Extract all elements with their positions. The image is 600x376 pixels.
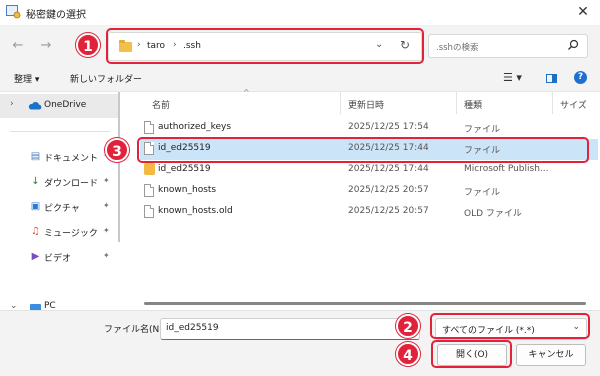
- step-badge-3: 3: [105, 138, 129, 162]
- table-row[interactable]: authorized_keys 2025/12/25 17:54 ファイル: [140, 118, 598, 139]
- address-highlight-box: [106, 28, 424, 64]
- file-name: id_ed25519: [158, 164, 211, 174]
- video-icon: ▶: [31, 251, 40, 262]
- music-icon: ♫: [31, 226, 40, 237]
- download-icon: ↓: [31, 176, 40, 187]
- column-header-date[interactable]: 更新日時: [348, 98, 384, 111]
- filename-input[interactable]: id_ed25519: [160, 318, 420, 340]
- file-name: known_hosts: [158, 185, 217, 195]
- chevron-right-icon[interactable]: ›: [10, 99, 14, 109]
- file-type: OLD ファイル: [464, 209, 522, 219]
- documents-icon: ▤: [30, 151, 41, 162]
- table-row[interactable]: known_hosts.old 2025/12/25 20:57 OLD ファイ…: [140, 202, 598, 223]
- close-button[interactable]: ✕: [572, 2, 594, 22]
- sidebar-item-downloads[interactable]: ダウンロード: [44, 176, 98, 189]
- file-type: Microsoft Publish...: [464, 164, 549, 174]
- organize-button[interactable]: 整理 ▾: [14, 72, 39, 85]
- scrollbar[interactable]: [118, 92, 120, 242]
- file-list: ^ 名前 更新日時 種類 サイズ authorized_keys 2025/12…: [126, 88, 600, 310]
- window-title: 秘密鍵の選択: [26, 10, 86, 21]
- title-bar: 秘密鍵の選択 ✕: [0, 0, 600, 26]
- file-icon: [144, 184, 154, 197]
- new-folder-button[interactable]: 新しいフォルダー: [70, 72, 142, 85]
- navigation-pane: › OneDrive ▤ ドキュメント ✦ ↓ ダウンロード ✦ ▣ ピクチャ …: [0, 92, 120, 311]
- pin-icon: ✦: [103, 176, 110, 185]
- column-divider[interactable]: [340, 92, 341, 114]
- table-row[interactable]: id_ed25519 2025/12/25 17:44 Microsoft Pu…: [140, 160, 598, 181]
- column-divider[interactable]: [456, 92, 457, 114]
- file-name: authorized_keys: [158, 122, 232, 132]
- view-options-icon[interactable]: ☰ ▾: [503, 71, 522, 84]
- divider: [10, 131, 110, 132]
- window-icon: [6, 5, 21, 19]
- file-date: 2025/12/25 20:57: [348, 206, 429, 216]
- open-highlight-box: [431, 340, 512, 368]
- toolbar: 整理 ▾ 新しいフォルダー ☰ ▾ ?: [0, 66, 600, 92]
- file-icon: [144, 121, 154, 134]
- sidebar-item-videos[interactable]: ビデオ: [44, 251, 71, 264]
- pin-icon: ✦: [103, 226, 110, 235]
- selected-file-highlight-box: [137, 137, 589, 163]
- file-type: ファイル: [464, 125, 501, 135]
- sidebar-item-onedrive[interactable]: › OneDrive: [0, 94, 120, 118]
- sidebar-item-label: OneDrive: [44, 100, 87, 110]
- step-badge-1: 1: [76, 33, 100, 57]
- pin-icon: ✦: [103, 201, 110, 210]
- step-badge-2: 2: [396, 314, 420, 338]
- back-arrow-icon[interactable]: ←: [10, 39, 26, 53]
- pictures-icon: ▣: [30, 201, 41, 212]
- file-type: ファイル: [464, 188, 501, 198]
- filename-value: id_ed25519: [166, 323, 219, 333]
- column-header-name[interactable]: 名前: [152, 98, 170, 111]
- sidebar-item-pictures[interactable]: ピクチャ: [44, 201, 80, 214]
- step-badge-4: 4: [396, 342, 420, 366]
- sidebar-item-music[interactable]: ミュージック: [44, 226, 98, 239]
- column-header-size[interactable]: サイズ: [560, 98, 587, 111]
- file-icon: [144, 205, 154, 218]
- forward-arrow-icon[interactable]: →: [38, 39, 54, 53]
- pin-icon: ✦: [103, 251, 110, 260]
- filename-label: ファイル名(N):: [104, 325, 166, 335]
- horizontal-scrollbar[interactable]: [144, 302, 586, 305]
- cloud-icon: [28, 101, 42, 110]
- column-divider[interactable]: [552, 92, 553, 114]
- search-icon[interactable]: [567, 39, 579, 51]
- sort-indicator-icon: ^: [243, 88, 250, 97]
- filter-highlight-box: [430, 313, 590, 339]
- help-icon[interactable]: ?: [574, 71, 587, 84]
- search-input[interactable]: .sshの検索: [428, 34, 588, 58]
- column-header-type[interactable]: 種類: [464, 98, 482, 111]
- cancel-button[interactable]: キャンセル: [516, 344, 586, 366]
- file-date: 2025/12/25 20:57: [348, 185, 429, 195]
- file-date: 2025/12/25 17:54: [348, 122, 429, 132]
- file-name: known_hosts.old: [158, 206, 233, 216]
- table-row[interactable]: known_hosts 2025/12/25 20:57 ファイル: [140, 181, 598, 202]
- sidebar-item-documents[interactable]: ドキュメント: [44, 151, 98, 164]
- preview-pane-icon[interactable]: [546, 74, 557, 83]
- search-placeholder: .sshの検索: [436, 43, 479, 53]
- file-date: 2025/12/25 17:44: [348, 164, 429, 174]
- publisher-file-icon: [144, 163, 155, 175]
